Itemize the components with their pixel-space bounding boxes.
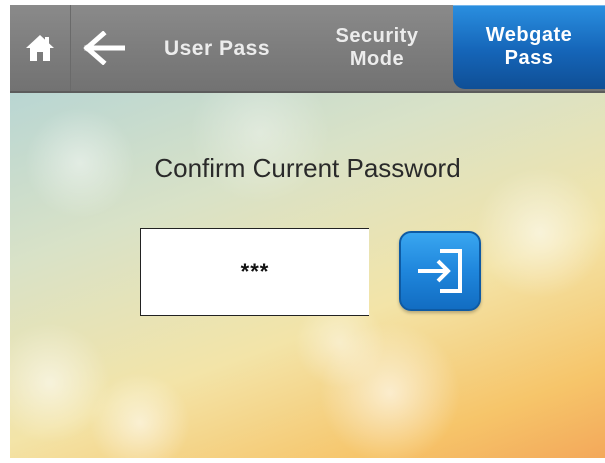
arrow-left-icon — [83, 31, 125, 65]
tab-security-mode[interactable]: Security Mode — [310, 5, 444, 91]
password-field[interactable]: *** — [140, 228, 369, 316]
tab-user-pass[interactable]: User Pass — [136, 5, 298, 91]
tab-label: Security Mode — [335, 25, 419, 70]
top-nav-bar: User Pass Security Mode Webgate Pass — [10, 5, 605, 93]
home-button[interactable] — [10, 5, 71, 91]
back-button[interactable] — [76, 5, 132, 91]
enter-button[interactable] — [399, 231, 481, 311]
tab-label: Webgate Pass — [485, 24, 573, 69]
device-screen: User Pass Security Mode Webgate Pass Con… — [10, 5, 605, 458]
home-icon — [26, 35, 54, 61]
sign-in-icon — [418, 249, 462, 293]
main-panel: Confirm Current Password *** — [10, 93, 605, 458]
tab-label: User Pass — [163, 36, 271, 60]
page-title: Confirm Current Password — [154, 153, 461, 183]
tab-webgate-pass[interactable]: Webgate Pass — [453, 5, 605, 89]
